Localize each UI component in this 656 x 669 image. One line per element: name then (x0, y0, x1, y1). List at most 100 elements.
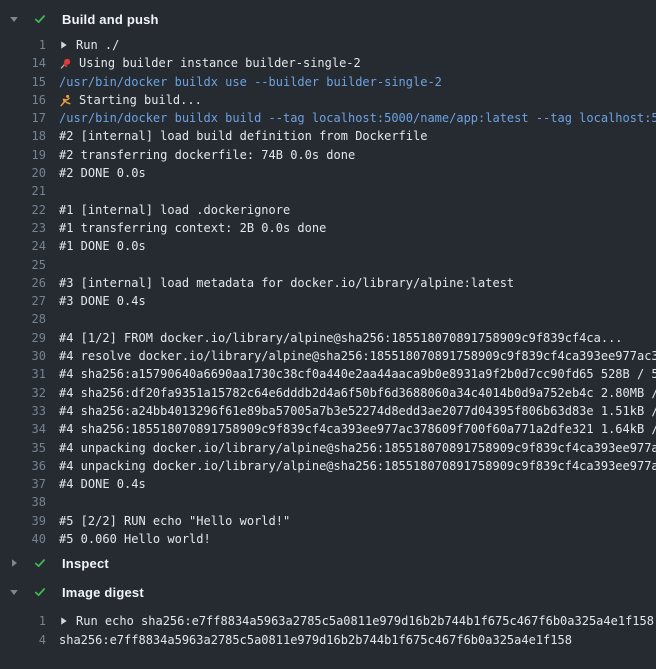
log-line: 16 Starting build... (0, 91, 656, 109)
log-line: 1Run echo sha256:e7ff8834a5963a2785c5a08… (0, 612, 656, 630)
line-number[interactable]: 15 (0, 73, 46, 91)
line-number[interactable]: 25 (0, 256, 46, 274)
log-text: #1 DONE 0.0s (59, 237, 146, 255)
log-text-content: #4 resolve docker.io/library/alpine@sha2… (59, 347, 656, 365)
log-text-content: sha256:e7ff8834a5963a2785c5a0811e979d16b… (59, 631, 572, 649)
line-number[interactable]: 26 (0, 274, 46, 292)
log-line: 14 Using builder instance builder-single-… (0, 54, 656, 72)
pushpin-icon (59, 57, 72, 70)
expander-triangle-icon (59, 616, 68, 626)
line-number[interactable]: 40 (0, 530, 46, 548)
log-text: #1 [internal] load .dockerignore (59, 201, 290, 219)
log-line: 24 #1 DONE 0.0s (0, 237, 656, 255)
log-section-build-and-push: Build and push 1 Run ./ 14 Using builder ins… (0, 11, 656, 548)
line-number[interactable]: 4 (0, 631, 46, 649)
log-text-content: #1 [internal] load .dockerignore (59, 201, 290, 219)
section-header-image-digest[interactable]: Image digest (0, 584, 656, 600)
line-number[interactable]: 29 (0, 329, 46, 347)
chevron-down-icon (9, 587, 19, 597)
line-number[interactable]: 19 (0, 146, 46, 164)
expander-triangle-icon[interactable] (59, 616, 68, 626)
line-number[interactable]: 32 (0, 384, 46, 402)
log-line: 34 #4 sha256:185518070891758909c9f839cf4c… (0, 420, 656, 438)
log-line: 37 #4 DONE 0.4s (0, 475, 656, 493)
section-title: Image digest (62, 585, 144, 600)
log-text-content: Using builder instance builder-single-2 (79, 54, 361, 72)
log-line: 32#4 sha256:df20fa9351a15782c64e6dddb2d4… (0, 384, 656, 402)
log-line: 27 #3 DONE 0.4s (0, 292, 656, 310)
log-line: 23 #1 transferring context: 2B 0.0s done (0, 219, 656, 237)
log-text: #4 DONE 0.4s (59, 475, 146, 493)
line-number[interactable]: 18 (0, 127, 46, 145)
line-number[interactable]: 21 (0, 182, 46, 200)
line-number[interactable]: 27 (0, 292, 46, 310)
line-number[interactable]: 34 (0, 420, 46, 438)
log-text-content: #4 sha256:a24bb4013296f61e89ba57005a7b3e… (59, 402, 656, 420)
log-text: #5 [2/2] RUN echo "Hello world!" (59, 512, 290, 530)
chevron-down-icon[interactable] (9, 14, 19, 24)
line-number[interactable]: 39 (0, 512, 46, 530)
log-text: #4 resolve docker.io/library/alpine@sha2… (59, 347, 656, 365)
line-number[interactable]: 24 (0, 237, 46, 255)
expander-triangle-icon[interactable] (59, 40, 68, 50)
log-text-content: #3 DONE 0.4s (59, 292, 146, 310)
chevron-down-icon[interactable] (9, 587, 19, 597)
log-line: 15/usr/bin/docker buildx use --builder b… (0, 73, 656, 91)
line-number[interactable]: 16 (0, 91, 46, 109)
line-number[interactable]: 30 (0, 347, 46, 365)
log-text-content: #1 transferring context: 2B 0.0s done (59, 219, 326, 237)
line-number[interactable]: 22 (0, 201, 46, 219)
log-text-content: #1 DONE 0.0s (59, 237, 146, 255)
log-text: #3 DONE 0.4s (59, 292, 146, 310)
log-text: #5 0.060 Hello world! (59, 530, 211, 548)
check-icon (33, 12, 47, 26)
log-lines: 1 Run ./ 14 Using builder instance builder-… (0, 36, 656, 548)
log-text-content: #4 sha256:a15790640a6690aa1730c38cf0a440… (59, 365, 656, 383)
log-text: #2 transferring dockerfile: 74B 0.0s don… (59, 146, 355, 164)
section-title: Inspect (62, 556, 109, 571)
log-line: 18 #2 [internal] load build definition fr… (0, 127, 656, 145)
log-command-text: /usr/bin/docker buildx use --builder bui… (59, 73, 442, 91)
line-number[interactable]: 31 (0, 365, 46, 383)
log-text: #4 sha256:a15790640a6690aa1730c38cf0a440… (59, 365, 656, 383)
log-line: 19 #2 transferring dockerfile: 74B 0.0s d… (0, 146, 656, 164)
log-text: #4 sha256:185518070891758909c9f839cf4ca3… (59, 420, 656, 438)
log-text-content: #3 [internal] load metadata for docker.i… (59, 274, 514, 292)
log-line: 36 #4 unpacking docker.io/library/alpine@… (0, 457, 656, 475)
log-line: 39 #5 [2/2] RUN echo "Hello world!" (0, 512, 656, 530)
chevron-right-icon (9, 558, 19, 568)
line-number[interactable]: 35 (0, 439, 46, 457)
line-number[interactable]: 36 (0, 457, 46, 475)
line-number[interactable]: 38 (0, 493, 46, 511)
log-text-content: Run ./ (76, 36, 119, 54)
section-header-inspect[interactable]: Inspect (0, 555, 656, 571)
log-line: 30 #4 resolve docker.io/library/alpine@sh… (0, 347, 656, 365)
log-text: #4 [1/2] FROM docker.io/library/alpine@s… (59, 329, 623, 347)
line-number[interactable]: 1 (0, 612, 46, 630)
line-number[interactable]: 14 (0, 54, 46, 72)
line-number[interactable]: 28 (0, 310, 46, 328)
log-line: 38 (0, 493, 656, 511)
line-number[interactable]: 37 (0, 475, 46, 493)
check-icon (33, 556, 47, 570)
log-text-content: #4 sha256:185518070891758909c9f839cf4ca3… (59, 420, 656, 438)
log-text-content: #2 [internal] load build definition from… (59, 127, 427, 145)
log-text-content: Starting build... (79, 91, 202, 109)
log-text-content: #4 unpacking docker.io/library/alpine@sh… (59, 457, 656, 475)
log-lines: 1Run echo sha256:e7ff8834a5963a2785c5a08… (0, 612, 656, 649)
line-number[interactable]: 20 (0, 164, 46, 182)
log-text: #4 unpacking docker.io/library/alpine@sh… (59, 457, 656, 475)
pushpin-icon (59, 57, 72, 70)
line-number[interactable]: 23 (0, 219, 46, 237)
expander-triangle-icon (59, 40, 68, 50)
log-line: 1 Run ./ (0, 36, 656, 54)
line-number[interactable]: 17 (0, 109, 46, 127)
log-text: Run ./ (59, 36, 119, 54)
log-text-content: #4 DONE 0.4s (59, 475, 146, 493)
chevron-right-icon[interactable] (9, 558, 19, 568)
log-text: #1 transferring context: 2B 0.0s done (59, 219, 326, 237)
line-number[interactable]: 1 (0, 36, 46, 54)
log-text: Starting build... (59, 91, 202, 109)
section-header-build-and-push[interactable]: Build and push (0, 11, 656, 27)
line-number[interactable]: 33 (0, 402, 46, 420)
